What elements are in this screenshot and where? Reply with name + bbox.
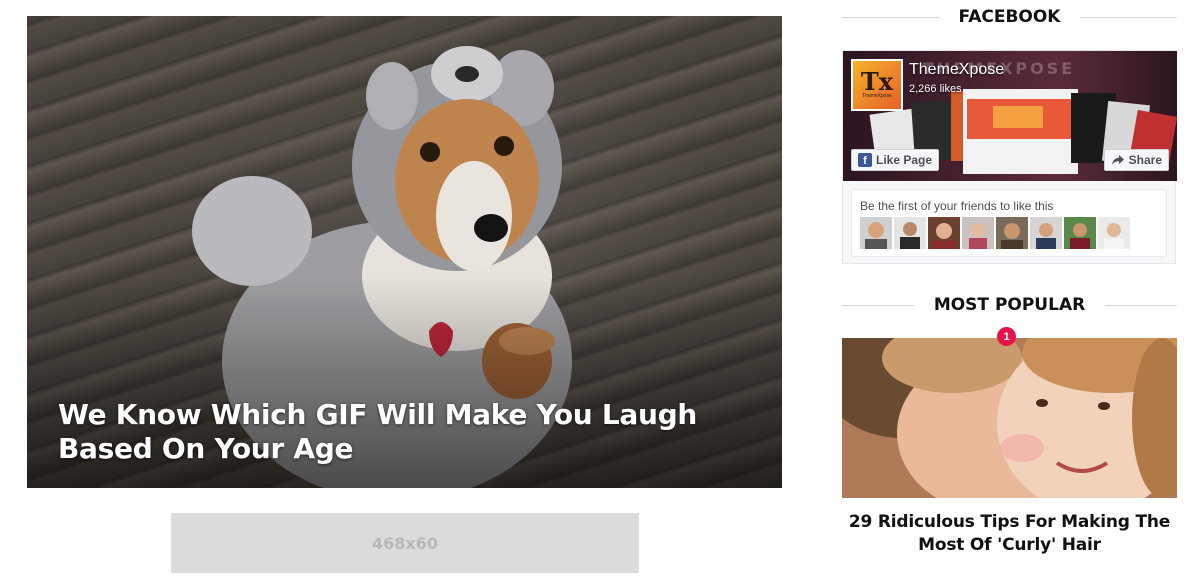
logo-text: Tx [860, 67, 894, 96]
heading-divider-left [842, 16, 939, 18]
most-popular-heading-text: MOST POPULAR [933, 295, 1086, 315]
ad-placeholder[interactable]: 468x60 [171, 513, 639, 573]
friends-section: Be the first of your friends to like thi… [851, 189, 1167, 257]
share-label: Share [1128, 153, 1162, 167]
page-name-link[interactable]: ThemeXpose [909, 61, 1004, 79]
share-arrow-icon [1111, 155, 1124, 165]
friend-avatar[interactable] [894, 217, 926, 249]
heading-divider-right [1080, 16, 1178, 18]
friend-avatar[interactable] [1098, 217, 1130, 249]
featured-title[interactable]: We Know Which GIF Will Make You Laugh Ba… [58, 398, 718, 466]
ad-size-label: 468x60 [372, 533, 438, 553]
facebook-page-plugin: THEMEXPOSE Tx ThemeXpose ThemeXpose 2,26… [842, 50, 1177, 264]
facebook-widget-heading: FACEBOOK [842, 7, 1178, 27]
popular-post-image[interactable] [842, 338, 1177, 498]
friend-avatar[interactable] [1064, 217, 1096, 249]
heading-divider-right [1105, 304, 1178, 306]
like-page-button[interactable]: f Like Page [851, 149, 940, 171]
friend-avatar[interactable] [962, 217, 994, 249]
most-popular-heading: MOST POPULAR [842, 295, 1178, 315]
page-likes-count: 2,266 likes [909, 83, 962, 95]
heading-divider-left [842, 304, 914, 306]
facebook-cover[interactable]: THEMEXPOSE Tx ThemeXpose ThemeXpose 2,26… [843, 51, 1177, 181]
popular-post-title[interactable]: 29 Ridiculous Tips For Making The Most O… [842, 511, 1177, 557]
friend-avatar[interactable] [928, 217, 960, 249]
friend-avatar[interactable] [996, 217, 1028, 249]
friend-avatar[interactable] [1030, 217, 1062, 249]
facebook-icon: f [858, 153, 872, 167]
popular-photo [842, 338, 1177, 498]
page-logo[interactable]: Tx ThemeXpose [851, 59, 903, 111]
rank-badge: 1 [997, 327, 1016, 346]
friends-text: Be the first of your friends to like thi… [860, 199, 1054, 213]
like-page-label: Like Page [876, 153, 933, 167]
friend-avatar[interactable] [860, 217, 892, 249]
share-button[interactable]: Share [1103, 149, 1169, 171]
friend-avatars [860, 217, 1130, 249]
featured-post[interactable]: We Know Which GIF Will Make You Laugh Ba… [27, 16, 782, 488]
facebook-heading-text: FACEBOOK [958, 7, 1061, 27]
logo-subtext: ThemeXpose [862, 93, 892, 99]
